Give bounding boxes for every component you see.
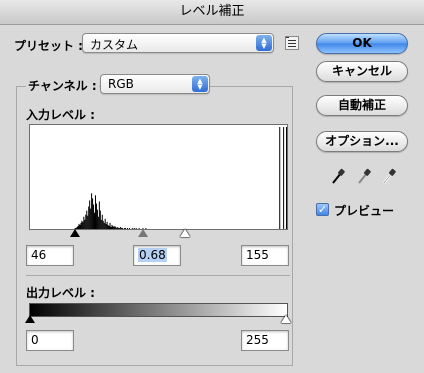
output-white-field[interactable]: 255 [241, 330, 289, 351]
histogram-bar [86, 210, 88, 229]
input-black-slider[interactable] [70, 229, 80, 237]
histogram-bar [102, 220, 104, 229]
window-title: レベル補正 [179, 4, 245, 19]
histogram-bar [83, 216, 85, 229]
window-titlebar: レベル補正 [0, 0, 424, 25]
histogram-bar [94, 212, 96, 229]
histogram-bar [95, 203, 97, 229]
input-levels-label: 入力レベル : [26, 108, 95, 122]
histogram-bar [98, 201, 100, 229]
preset-stepper-icon: ▲ ▼ [256, 35, 272, 51]
preset-value: カスタム [90, 38, 139, 52]
histogram-bar [84, 219, 86, 229]
output-levels-label: 出力レベル : [26, 286, 95, 300]
channel-select[interactable]: RGB ▲ ▼ [100, 74, 210, 94]
histogram-bar [97, 216, 99, 229]
divider [26, 275, 290, 276]
histogram-bar [99, 210, 101, 229]
input-white-slider[interactable] [180, 229, 190, 237]
preview-checkbox[interactable]: ✓ [316, 203, 329, 216]
histogram-bar [82, 221, 84, 229]
input-gamma-field[interactable]: 0.68 [133, 245, 181, 266]
histogram-bar [106, 221, 108, 229]
histogram-bar [88, 206, 90, 229]
input-white-field[interactable]: 155 [241, 245, 289, 266]
histogram-bar [81, 220, 83, 229]
histogram-bar [91, 193, 93, 229]
histogram-bar [92, 198, 94, 229]
channel-label: チャンネル : [26, 77, 99, 94]
histogram-bar [90, 208, 92, 229]
output-black-field[interactable]: 0 [26, 330, 74, 351]
histogram-bar [279, 127, 281, 229]
preset-menu-icon[interactable] [285, 36, 299, 50]
ok-button[interactable]: OK [316, 33, 408, 54]
channel-value: RGB [108, 77, 134, 91]
histogram-bar [104, 218, 106, 229]
input-black-field[interactable]: 46 [26, 245, 74, 266]
white-eyedropper-icon[interactable] [381, 168, 397, 189]
black-eyedropper-icon[interactable] [330, 168, 346, 189]
auto-button[interactable]: 自動補正 [316, 95, 408, 116]
histogram-bar [286, 127, 288, 229]
histogram-bar [93, 204, 95, 229]
preset-select[interactable]: カスタム ▲ ▼ [82, 33, 274, 53]
options-button[interactable]: オプション... [316, 131, 408, 152]
cancel-button[interactable]: キャンセル [316, 61, 408, 82]
output-black-slider[interactable] [25, 315, 35, 323]
histogram-bar [96, 209, 98, 229]
histogram-bar [89, 200, 91, 229]
histogram [29, 124, 288, 230]
histogram-bar [283, 127, 285, 229]
histogram-bar [101, 214, 103, 229]
histogram-plot [74, 127, 288, 229]
input-slider-track[interactable] [29, 229, 286, 238]
channel-stepper-icon: ▲ ▼ [192, 76, 208, 92]
preset-label: プリセット : [14, 39, 83, 53]
histogram-bar [94, 195, 96, 229]
output-white-slider[interactable] [281, 315, 291, 323]
preview-label: プレビュー [334, 204, 395, 218]
histogram-bar [87, 215, 89, 229]
gray-eyedropper-icon[interactable] [356, 168, 372, 189]
histogram-bar [100, 219, 102, 229]
histogram-bar [85, 214, 87, 229]
output-slider-track[interactable] [25, 315, 291, 324]
input-gamma-slider[interactable] [138, 229, 148, 237]
